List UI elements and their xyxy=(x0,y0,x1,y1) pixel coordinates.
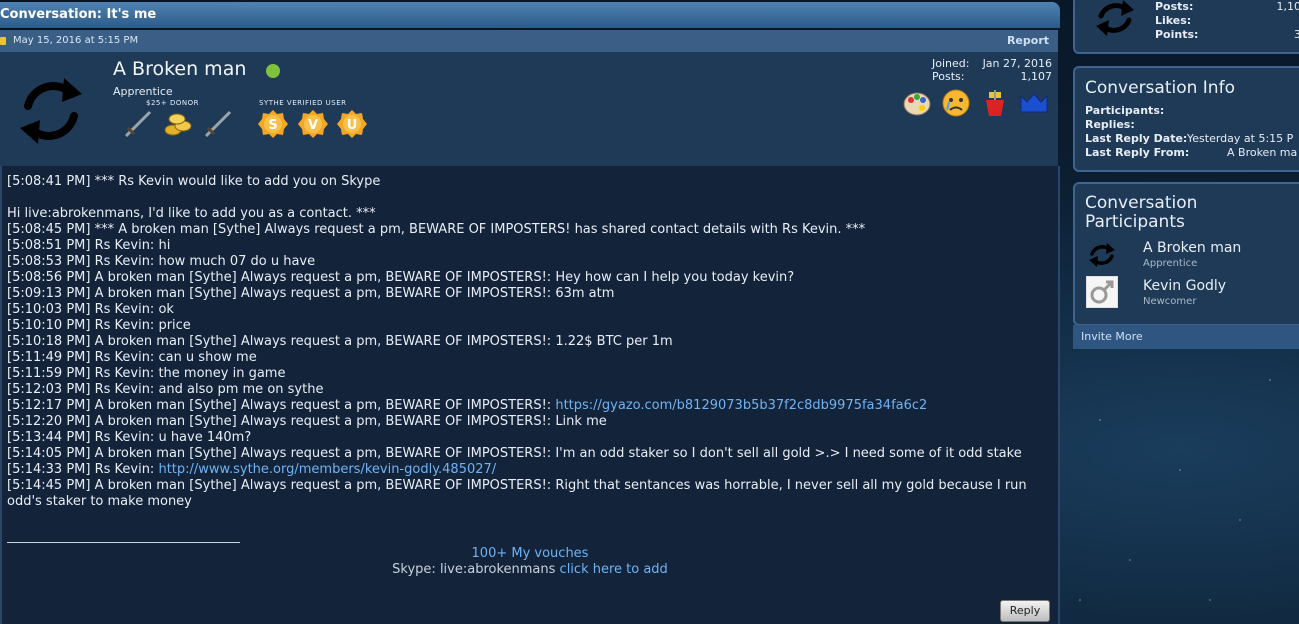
conversation-info-title: Conversation Info xyxy=(1085,78,1235,98)
conversation-main: Conversation: It's me May 15, 2016 at 5:… xyxy=(0,0,1062,624)
verified-u-letter: U xyxy=(347,118,358,133)
participants-label: Participants: xyxy=(1085,104,1165,117)
author-rank: Apprentice xyxy=(113,85,173,98)
verified-s-badge-icon: S xyxy=(258,110,288,138)
stat-likes-label: Likes: xyxy=(1155,14,1192,27)
participant-name[interactable]: Kevin Godly xyxy=(1143,278,1226,294)
chat-line: [5:13:44 PM] Rs Kevin: u have 140m? xyxy=(7,430,252,445)
participants-title: Conversation Participants xyxy=(1085,193,1198,232)
chat-log: [5:08:41 PM] *** Rs Kevin would like to … xyxy=(7,174,1052,510)
unread-marker-icon xyxy=(0,37,6,45)
user-stats-panel: Posts: 1,10 Likes: Points: 3 xyxy=(1073,0,1299,54)
chat-line-text: [5:12:17 PM] A broken man [Sythe] Always… xyxy=(7,398,556,413)
signature-divider xyxy=(7,542,240,543)
chat-line: [5:08:53 PM] Rs Kevin: how much 07 do u … xyxy=(7,254,316,269)
reply-button[interactable]: Reply xyxy=(1000,600,1050,622)
chat-line-text: [5:14:33 PM] Rs Kevin: xyxy=(7,462,159,477)
message-meta-bar: May 15, 2016 at 5:15 PM Report xyxy=(0,30,1058,52)
author-username[interactable]: A Broken man xyxy=(113,58,246,80)
last-reply-from-label: Last Reply From: xyxy=(1085,146,1190,159)
participant-rank: Apprentice xyxy=(1143,258,1198,269)
chat-line: [5:10:03 PM] Rs Kevin: ok xyxy=(7,302,174,317)
conversation-info-panel: Conversation Info Participants: Replies:… xyxy=(1073,66,1299,172)
verified-v-letter: V xyxy=(308,118,318,133)
chat-line: [5:12:20 PM] A broken man [Sythe] Always… xyxy=(7,414,607,429)
gold-coins-icon xyxy=(164,113,192,136)
author-profile: A Broken man Apprentice $25+ DONOR SYTHE… xyxy=(0,52,1058,166)
conversation-title: Conversation: It's me xyxy=(0,2,1060,28)
replies-label: Replies: xyxy=(1085,118,1135,131)
stat-posts-label: Posts: xyxy=(1155,0,1194,13)
male-symbol-avatar-icon[interactable] xyxy=(1086,276,1118,308)
paint-palette-icon xyxy=(903,92,931,116)
chat-line: [5:09:13 PM] A broken man [Sythe] Always… xyxy=(7,286,615,301)
invite-more-button[interactable]: Invite More xyxy=(1073,325,1299,349)
posts-label: Posts: xyxy=(932,70,965,83)
chat-line: [5:11:59 PM] Rs Kevin: the money in game xyxy=(7,366,286,381)
refresh-arrows-avatar-icon[interactable] xyxy=(14,64,88,158)
conversation-participants-panel: Conversation Participants A Broken man A… xyxy=(1073,182,1299,326)
crying-face-icon xyxy=(942,89,970,117)
last-reply-date-label: Last Reply Date: xyxy=(1085,132,1188,145)
chat-line: [5:10:18 PM] A broken man [Sythe] Always… xyxy=(7,334,673,349)
profile-link[interactable]: http://www.sythe.org/members/kevin-godly… xyxy=(158,462,496,477)
verified-s-letter: S xyxy=(268,118,277,133)
stat-posts-value: 1,10 xyxy=(1276,0,1299,13)
posts-value: 1,107 xyxy=(1020,70,1053,83)
last-reply-from-value[interactable]: A Broken ma xyxy=(1227,146,1297,159)
skype-signature: Skype: live:abrokenmans click here to ad… xyxy=(2,562,1058,577)
chat-line: [5:11:49 PM] Rs Kevin: can u show me xyxy=(7,350,257,365)
chat-line: [5:08:51 PM] Rs Kevin: hi xyxy=(7,238,171,253)
chat-line: [5:14:05 PM] A broken man [Sythe] Always… xyxy=(7,446,1022,461)
refresh-arrows-avatar-icon[interactable] xyxy=(1093,0,1137,40)
message-body: [5:08:41 PM] *** Rs Kevin would like to … xyxy=(0,166,1060,624)
online-status-icon xyxy=(266,64,280,78)
chat-line-with-link: [5:14:33 PM] Rs Kevin: http://www.sythe.… xyxy=(7,462,1052,478)
blue-crown-icon xyxy=(1020,93,1048,113)
report-link[interactable]: Report xyxy=(1007,30,1049,52)
chat-line: [5:08:41 PM] *** Rs Kevin would like to … xyxy=(7,174,381,189)
chat-line-blank xyxy=(7,190,1052,206)
chat-line: [5:08:56 PM] A broken man [Sythe] Always… xyxy=(7,270,795,285)
last-reply-date-value: Yesterday at 5:15 P xyxy=(1187,132,1294,145)
donor-badge-label: $25+ DONOR xyxy=(146,99,199,107)
gyazo-link[interactable]: https://gyazo.com/b8129073b5b37f2c8db997… xyxy=(555,398,927,413)
sword-icon xyxy=(204,110,232,138)
stat-points-value: 3 xyxy=(1294,28,1299,41)
chat-line: [5:08:45 PM] *** A broken man [Sythe] Al… xyxy=(7,222,866,237)
refresh-arrows-avatar-icon[interactable] xyxy=(1087,240,1117,270)
verified-u-badge-icon: U xyxy=(337,110,367,138)
chat-line: [5:12:03 PM] Rs Kevin: and also pm me on… xyxy=(7,382,324,397)
message-date: May 15, 2016 at 5:15 PM xyxy=(13,35,139,46)
skype-add-link[interactable]: click here to add xyxy=(560,562,668,577)
invite-more-label: Invite More xyxy=(1081,330,1143,343)
bucket-trophy-icon xyxy=(986,90,1004,116)
chat-line-with-link: [5:12:17 PM] A broken man [Sythe] Always… xyxy=(7,398,1052,414)
sword-icon xyxy=(124,110,152,138)
verified-v-badge-icon: V xyxy=(298,110,328,138)
chat-line: [5:10:10 PM] Rs Kevin: price xyxy=(7,318,191,333)
skype-text: Skype: live:abrokenmans xyxy=(392,562,560,577)
verified-badge-label: SYTHE VERIFIED USER xyxy=(259,99,347,107)
participant-rank: Newcomer xyxy=(1143,296,1197,307)
stat-points-label: Points: xyxy=(1155,28,1199,41)
chat-line: Hi live:abrokenmans, I'd like to add you… xyxy=(7,206,376,221)
chat-line: [5:14:45 PM] A broken man [Sythe] Always… xyxy=(7,478,1031,509)
joined-label: Joined: xyxy=(932,57,970,70)
joined-value: Jan 27, 2016 xyxy=(982,57,1052,70)
participant-name[interactable]: A Broken man xyxy=(1143,240,1241,256)
vouches-link[interactable]: 100+ My vouches xyxy=(2,546,1058,561)
